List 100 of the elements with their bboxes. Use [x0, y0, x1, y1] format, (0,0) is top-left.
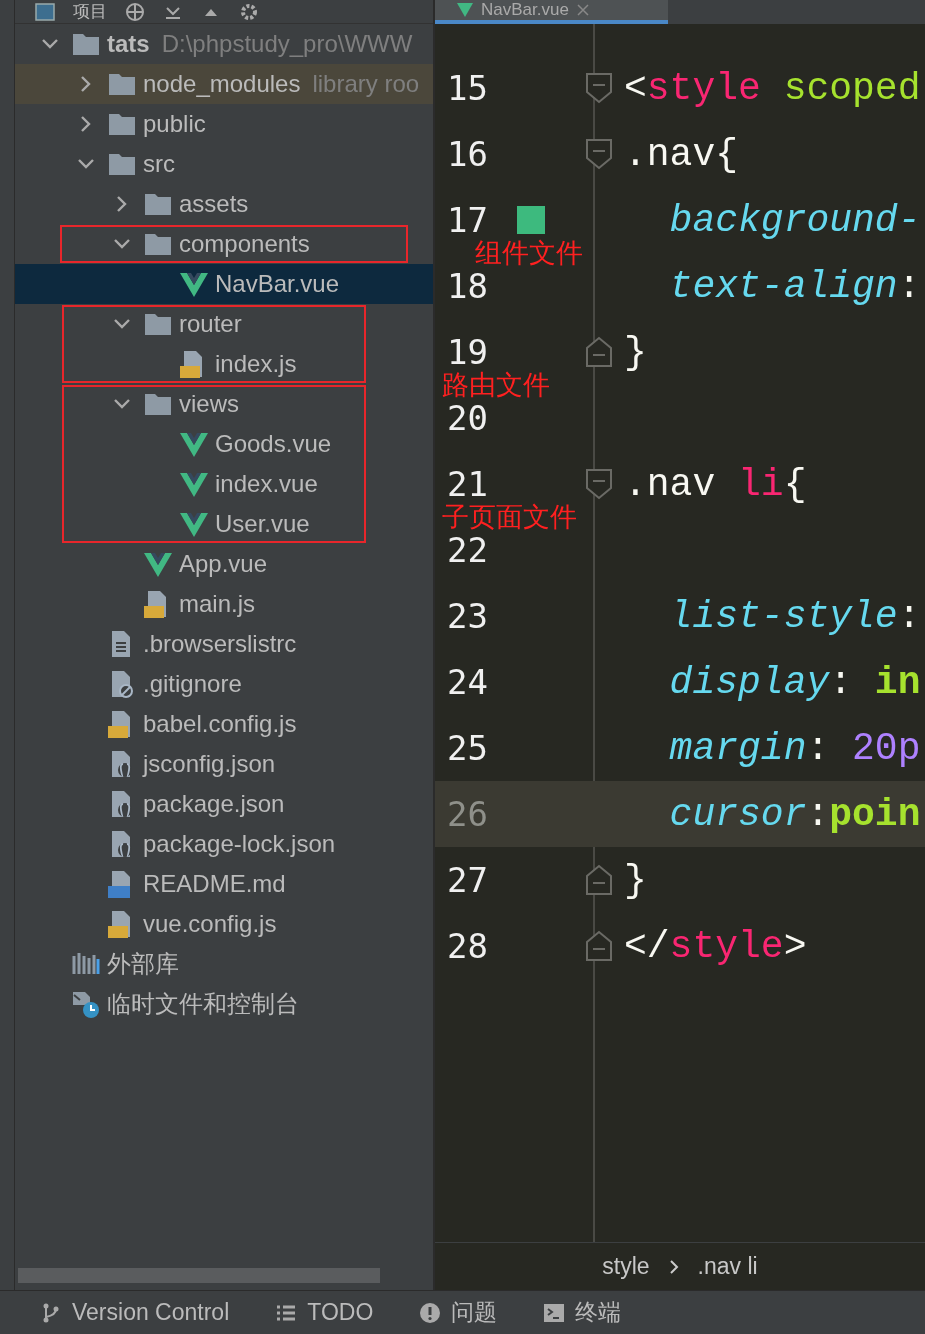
tree-item[interactable]: router [15, 304, 433, 344]
annotation-label: 路由文件 [442, 371, 550, 400]
unfold-marker-icon[interactable] [584, 863, 614, 897]
line-number: 21 [447, 464, 489, 504]
code-line: } [624, 858, 648, 902]
tree-item[interactable]: package-lock.json [15, 824, 433, 864]
file-name: index.vue [215, 470, 318, 498]
code-line: list-style: [668, 594, 922, 638]
file-name: vue.config.js [143, 910, 277, 938]
color-swatch[interactable] [517, 206, 545, 234]
tree-item[interactable]: .gitignore [15, 664, 433, 704]
file-name: src [143, 150, 175, 178]
scratch-file-clock-icon [71, 989, 101, 1019]
file-name: main.js [179, 590, 256, 618]
annotation-label: 子页面文件 [442, 503, 577, 532]
tree-item[interactable]: vue.config.js [15, 904, 433, 944]
line-number: 25 [447, 728, 489, 768]
file-name: README.md [143, 870, 286, 898]
tree-item[interactable]: README.md [15, 864, 433, 904]
tool-window-button[interactable]: 问题 [419, 1297, 498, 1328]
file-name: jsconfig.json [143, 750, 276, 778]
project-path: D:\phpstudy_pro\WWW [161, 30, 413, 58]
tool-window-button[interactable]: TODO [275, 1299, 374, 1326]
file-name: tats [107, 30, 150, 58]
file-name: assets [179, 190, 249, 218]
tree-item[interactable]: public [15, 104, 433, 144]
annotation-label: 组件文件 [475, 239, 583, 268]
breadcrumb-item[interactable]: style [602, 1253, 650, 1280]
line-number: 17 [447, 200, 489, 240]
library-root-hint: library roo [312, 70, 420, 98]
editor-tab[interactable]: NavBar.vue [435, 0, 668, 24]
tree-item[interactable]: index.js [15, 344, 433, 384]
line-number: 16 [447, 134, 489, 174]
tree-item[interactable]: index.vue [15, 464, 433, 504]
tree-item[interactable]: tats D:\phpstudy_pro\WWW [15, 24, 433, 64]
file-name: views [179, 390, 239, 418]
code-line: </style> [624, 924, 808, 968]
line-number: 15 [447, 68, 489, 108]
file-name: NavBar.vue [215, 270, 340, 298]
panel-square-icon [35, 1, 55, 22]
tree-item[interactable]: .browserslistrc [15, 624, 433, 664]
code-line: text-align: [668, 264, 922, 308]
settings-icon[interactable] [239, 1, 259, 22]
tree-item[interactable]: src [15, 144, 433, 184]
line-number: 24 [447, 662, 489, 702]
tree-item[interactable]: assets [15, 184, 433, 224]
file-name: 外部库 [107, 949, 179, 979]
code-line: .nav li{ [624, 462, 808, 506]
code-line: background- [668, 198, 922, 242]
fold-marker-icon[interactable] [584, 137, 614, 171]
line-number: 26 [447, 794, 489, 834]
target-icon[interactable] [125, 1, 145, 22]
file-name: components [179, 230, 310, 258]
tree-item[interactable]: views [15, 384, 433, 424]
code-line: display: in [668, 660, 922, 704]
file-name: .browserslistrc [143, 630, 297, 658]
tree-item[interactable]: NavBar.vue [15, 264, 433, 304]
breadcrumb-item[interactable]: .nav li [697, 1253, 758, 1280]
file-name: User.vue [215, 510, 310, 538]
file-name: node_modules [143, 70, 301, 98]
line-number: 19 [447, 332, 488, 372]
tree-item[interactable]: User.vue [15, 504, 433, 544]
line-number: 20 [447, 398, 489, 438]
tree-item[interactable]: 临时文件和控制台 [15, 984, 433, 1024]
file-name: Goods.vue [215, 430, 332, 458]
fold-marker-icon[interactable] [584, 467, 614, 501]
fold-marker-icon[interactable] [584, 71, 614, 105]
line-number: 28 [447, 926, 489, 966]
tree-item[interactable]: components [15, 224, 433, 264]
tree-item[interactable]: App.vue [15, 544, 433, 584]
view-dropdown[interactable]: 项目 [73, 0, 107, 23]
file-name: .gitignore [143, 670, 242, 698]
horizontal-scrollbar[interactable] [18, 1267, 380, 1283]
tree-item[interactable]: node_modules library roo [15, 64, 433, 104]
tool-window-button[interactable]: 终端 [543, 1297, 622, 1328]
exclamation-circle-icon [419, 1301, 442, 1324]
file-name: 临时文件和控制台 [107, 989, 299, 1019]
file-name: App.vue [179, 550, 268, 578]
tab-label: NavBar.vue [481, 0, 569, 20]
terminal-icon [543, 1301, 566, 1324]
unfold-marker-icon[interactable] [584, 335, 614, 369]
file-name: public [143, 110, 206, 138]
code-line: cursor:poin [668, 792, 922, 836]
unfold-marker-icon[interactable] [584, 929, 614, 963]
tool-window-button[interactable]: Version Control [40, 1299, 230, 1326]
file-name: package.json [143, 790, 285, 818]
tree-item[interactable]: 外部库 [15, 944, 433, 984]
line-number: 18 [447, 266, 489, 306]
file-name: router [179, 310, 242, 338]
tree-item[interactable]: jsconfig.json [15, 744, 433, 784]
tree-item[interactable]: Goods.vue [15, 424, 433, 464]
line-number: 22 [447, 530, 489, 570]
vue-logo-icon [457, 3, 473, 17]
tree-item[interactable]: babel.config.js [15, 704, 433, 744]
tree-item[interactable]: main.js [15, 584, 433, 624]
file-name: index.js [215, 350, 297, 378]
code-line: .nav{ [624, 132, 740, 176]
tree-item[interactable]: package.json [15, 784, 433, 824]
code-line: <style scoped [624, 66, 922, 110]
file-name: package-lock.json [143, 830, 336, 858]
